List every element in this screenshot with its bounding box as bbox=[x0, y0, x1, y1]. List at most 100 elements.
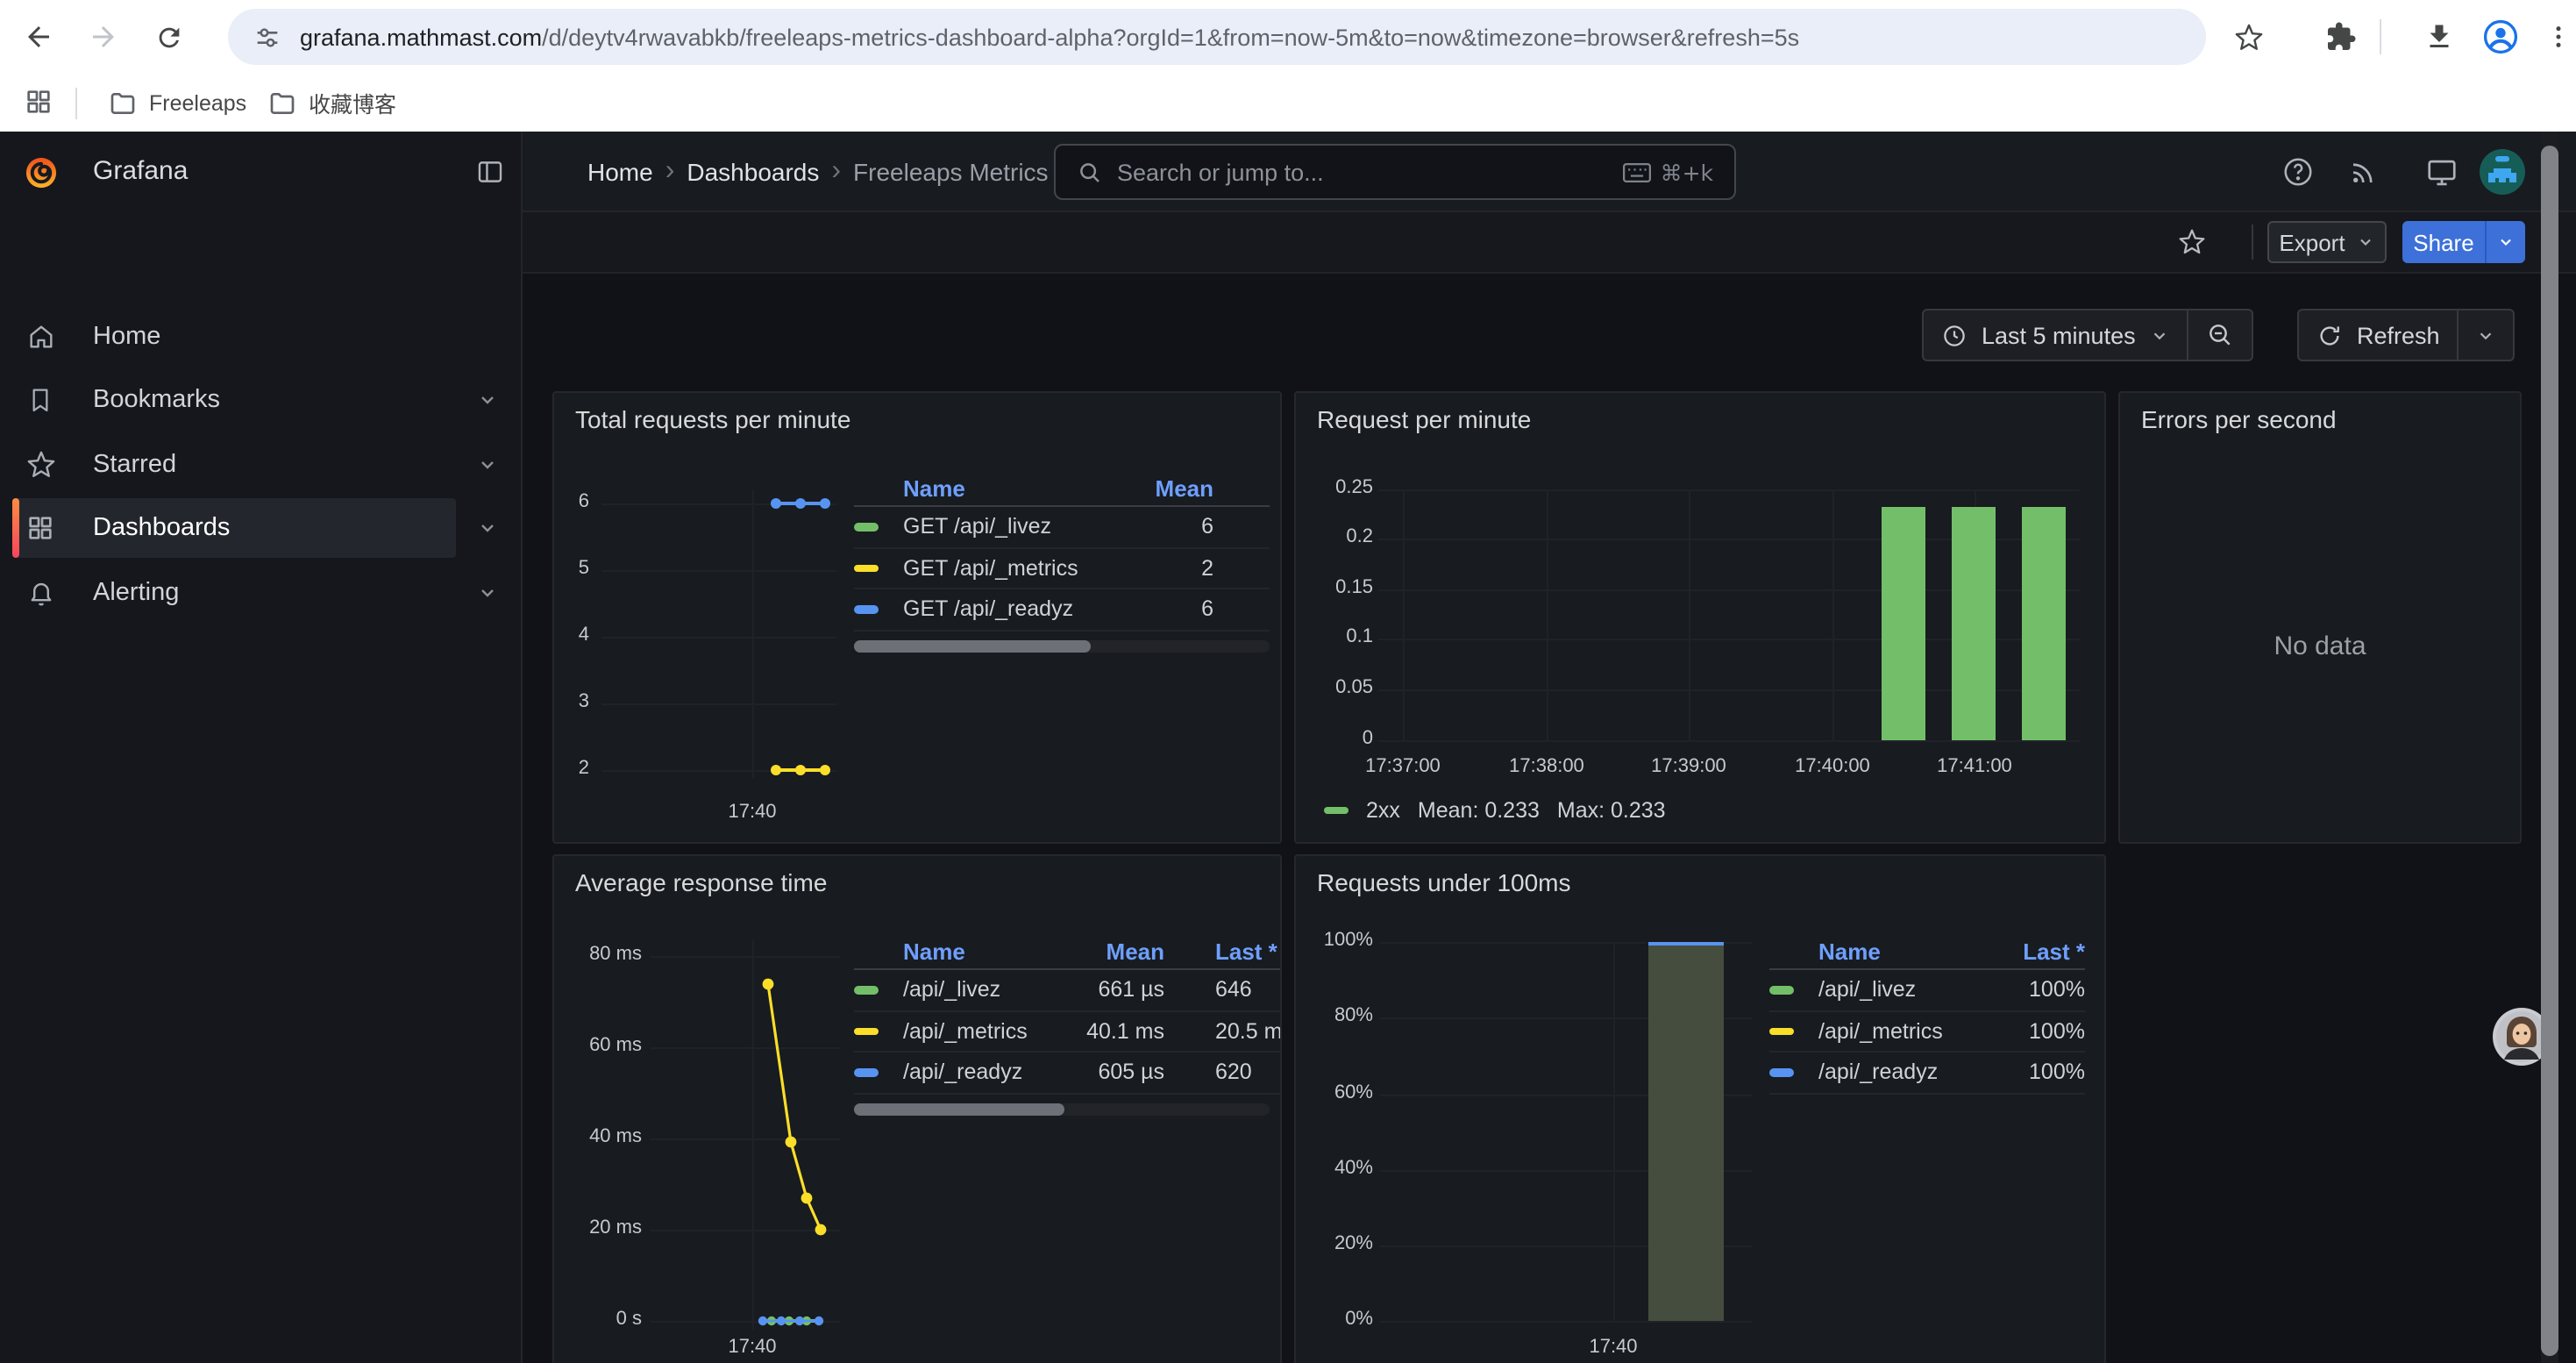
refresh-button[interactable]: Refresh bbox=[2299, 310, 2458, 360]
forward-button[interactable] bbox=[79, 12, 128, 61]
chevron-down-icon bbox=[2477, 325, 2496, 345]
legend-inline[interactable]: 2xx Mean: 0.233 Max: 0.233 bbox=[1324, 798, 1666, 823]
profile-avatar[interactable] bbox=[2476, 12, 2525, 61]
user-avatar[interactable] bbox=[2480, 149, 2525, 195]
legend-header-name[interactable]: Name bbox=[903, 938, 1068, 964]
y-tick-label: 0% bbox=[1303, 1309, 1373, 1330]
legend-header-mean[interactable]: Mean bbox=[1143, 475, 1213, 501]
legend-header-last[interactable]: Last * bbox=[1997, 938, 2085, 964]
legend-row[interactable]: /api/_livez 100% bbox=[1769, 970, 2085, 1011]
bookmark-folder-blogs[interactable]: 收藏博客 bbox=[254, 81, 410, 125]
series-color-pill bbox=[854, 1027, 879, 1035]
legend-row[interactable]: GET /api/_livez 6 bbox=[854, 507, 1270, 548]
dashboards-grid-icon bbox=[26, 514, 54, 542]
downloads-icon[interactable] bbox=[2415, 12, 2464, 61]
chevron-down-icon[interactable] bbox=[477, 389, 498, 410]
scrollbar-thumb[interactable] bbox=[854, 1103, 1064, 1115]
legend-row[interactable]: /api/_metrics 40.1 ms 20.5 m bbox=[854, 1011, 1282, 1053]
reload-button[interactable] bbox=[144, 12, 193, 61]
actions-separator bbox=[2252, 225, 2253, 260]
extensions-icon[interactable] bbox=[2316, 12, 2366, 61]
legend-header-name[interactable]: Name bbox=[1818, 938, 1997, 964]
scrollbar-thumb[interactable] bbox=[854, 639, 1091, 652]
page-scrollbar-thumb[interactable] bbox=[2541, 146, 2558, 1356]
bar-2xx[interactable] bbox=[2022, 506, 2066, 739]
zoom-out-icon bbox=[2206, 321, 2234, 349]
legend-header: Name Mean Last * bbox=[854, 933, 1282, 970]
series-mean: 40.1 ms bbox=[1068, 1019, 1164, 1044]
export-button[interactable]: Export bbox=[2267, 221, 2387, 263]
y-tick-label: 20% bbox=[1303, 1233, 1373, 1254]
series-last: 620 bbox=[1215, 1060, 1282, 1085]
bookmark-folder-freeleaps[interactable]: Freeleaps bbox=[95, 81, 260, 125]
legend-row[interactable]: GET /api/_readyz 6 bbox=[854, 589, 1270, 631]
back-button[interactable] bbox=[14, 12, 63, 61]
series-color-pill bbox=[1769, 986, 1794, 994]
legend-scrollbar[interactable] bbox=[854, 639, 1270, 652]
favorite-star-icon[interactable] bbox=[2178, 228, 2206, 256]
legend-row[interactable]: /api/_readyz 605 µs 620 bbox=[854, 1053, 1282, 1094]
grafana-logo[interactable] bbox=[25, 156, 58, 189]
sidebar-item-starred[interactable]: Starred bbox=[0, 435, 523, 495]
series-mean: 661 µs bbox=[1068, 978, 1164, 1003]
legend-header-last[interactable]: Last * bbox=[1215, 938, 1282, 964]
series-mean: Mean: 0.233 bbox=[1418, 798, 1540, 823]
share-button[interactable]: Share bbox=[2402, 221, 2485, 263]
y-tick-label: 60% bbox=[1303, 1082, 1373, 1103]
chevron-down-icon[interactable] bbox=[477, 582, 498, 603]
sidebar-item-alerting[interactable]: Alerting bbox=[0, 563, 523, 623]
share-dropdown-button[interactable] bbox=[2485, 221, 2525, 263]
series-name: 2xx bbox=[1366, 798, 1400, 823]
help-icon[interactable] bbox=[2281, 154, 2315, 188]
panel-requests-under-100ms: Requests under 100ms 100% 80% 60% 40% 20… bbox=[1294, 854, 2106, 1363]
series-mean: 6 bbox=[1143, 515, 1213, 539]
apps-grid-icon[interactable] bbox=[14, 77, 63, 126]
breadcrumb-home[interactable]: Home bbox=[587, 158, 653, 186]
folder-icon bbox=[109, 89, 137, 117]
series-color-pill bbox=[854, 523, 879, 531]
chevron-down-icon[interactable] bbox=[477, 517, 498, 539]
sidebar-item-home[interactable]: Home bbox=[0, 307, 523, 367]
bar-2xx[interactable] bbox=[1952, 506, 1996, 739]
kiosk-monitor-icon[interactable] bbox=[2425, 154, 2459, 188]
panel-title[interactable]: Errors per second bbox=[2141, 405, 2337, 433]
series-name: /api/_readyz bbox=[903, 1060, 1068, 1085]
grafana-app: Grafana Home › Dashboards › Freeleaps Me… bbox=[0, 132, 2576, 1363]
legend-scrollbar[interactable] bbox=[854, 1103, 1270, 1115]
news-rss-icon[interactable] bbox=[2348, 155, 2380, 187]
bookmark-label: Freeleaps bbox=[149, 90, 246, 115]
chevron-down-icon[interactable] bbox=[477, 454, 498, 475]
legend-row[interactable]: /api/_metrics 100% bbox=[1769, 1011, 2085, 1053]
legend-row[interactable]: /api/_livez 661 µs 646 bbox=[854, 970, 1282, 1011]
toolbar-separator bbox=[2380, 19, 2381, 54]
brand-zone bbox=[0, 132, 523, 212]
legend-header-name[interactable]: Name bbox=[903, 475, 1143, 501]
bookmark-star-icon[interactable] bbox=[2224, 12, 2273, 61]
zoom-out-button[interactable] bbox=[2188, 310, 2252, 360]
panel-title[interactable]: Requests under 100ms bbox=[1317, 868, 1571, 896]
breadcrumb-dashboards[interactable]: Dashboards bbox=[687, 158, 819, 186]
bar-2xx[interactable] bbox=[1882, 506, 1925, 739]
x-tick-label: 17:39:00 bbox=[1626, 756, 1752, 777]
url-bar[interactable]: grafana.mathmast.com/d/deytv4rwavabkb/fr… bbox=[228, 9, 2206, 65]
legend-row[interactable]: GET /api/_metrics 2 bbox=[854, 548, 1270, 589]
site-settings-icon[interactable] bbox=[253, 22, 282, 52]
time-range-picker[interactable]: Last 5 minutes bbox=[1924, 310, 2187, 360]
sidebar-item-bookmarks[interactable]: Bookmarks bbox=[0, 370, 523, 430]
sidebar-toggle-icon[interactable] bbox=[475, 156, 505, 186]
legend-header-mean[interactable]: Mean bbox=[1068, 938, 1164, 964]
search-input[interactable]: Search or jump to... ⌘+k bbox=[1054, 144, 1736, 200]
no-data-message: No data bbox=[2120, 632, 2520, 661]
sidebar-item-dashboards[interactable]: Dashboards bbox=[0, 498, 523, 558]
browser-window: grafana.mathmast.com/d/deytv4rwavabkb/fr… bbox=[0, 0, 2576, 1363]
series-name: /api/_readyz bbox=[1818, 1060, 1997, 1085]
area-fill-100pct[interactable] bbox=[1648, 942, 1724, 1321]
legend-row[interactable]: /api/_readyz 100% bbox=[1769, 1053, 2085, 1094]
browser-menu-icon[interactable] bbox=[2534, 12, 2576, 61]
legend-table: Name Mean Last * /api/_livez 661 µs 646 … bbox=[854, 933, 1282, 1115]
refresh-interval-dropdown[interactable] bbox=[2459, 310, 2514, 360]
panel-title[interactable]: Request per minute bbox=[1317, 405, 1531, 433]
series-mean: 6 bbox=[1143, 597, 1213, 622]
x-tick-label: 17:40:00 bbox=[1769, 756, 1896, 777]
bell-icon bbox=[26, 578, 56, 608]
